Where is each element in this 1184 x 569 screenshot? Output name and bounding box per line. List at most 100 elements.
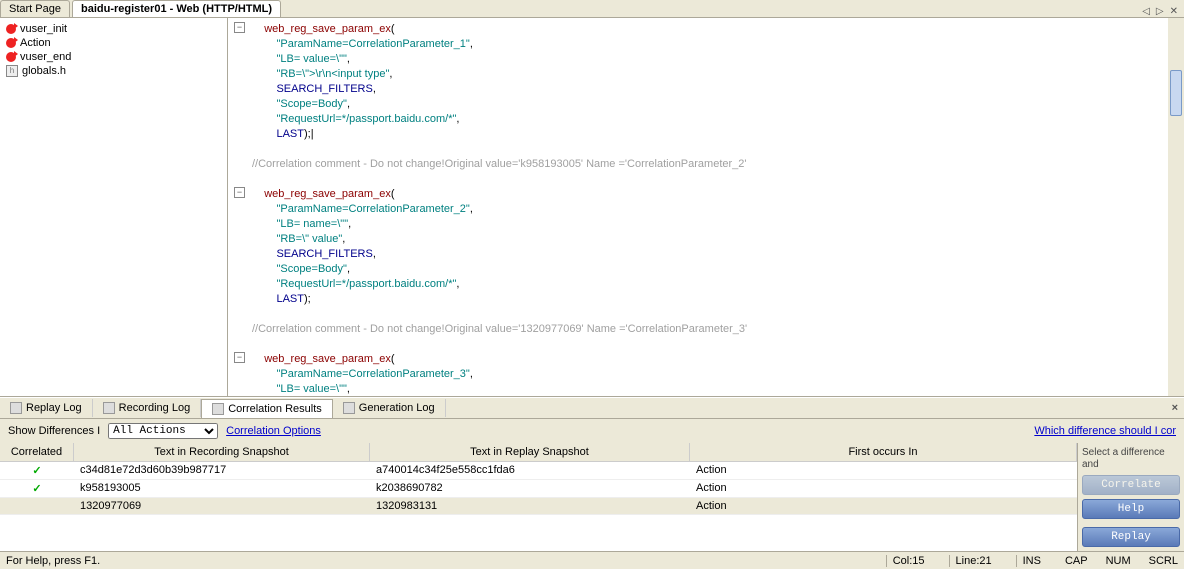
document-tabs: Start Page baidu-register01 - Web (HTTP/…: [0, 0, 1184, 18]
status-line: Line:21: [949, 555, 998, 567]
tab-script[interactable]: baidu-register01 - Web (HTTP/HTML): [72, 0, 281, 17]
status-help: For Help, press F1.: [6, 555, 100, 567]
cell-replay: 1320983131: [370, 500, 690, 512]
col-recording[interactable]: Text in Recording Snapshot: [74, 443, 370, 461]
tab-start-page[interactable]: Start Page: [0, 0, 70, 17]
cell-first-occurs: Action: [690, 500, 1077, 512]
action-filter-select[interactable]: All Actions: [108, 423, 218, 439]
code-editor[interactable]: web_reg_save_param_ex( "ParamName=Correl…: [228, 18, 1184, 396]
tab-controls: ◁ ▷ ✕: [1136, 6, 1184, 17]
code-line[interactable]: SEARCH_FILTERS,: [252, 247, 1184, 262]
code-line[interactable]: "LB= name=\"",: [252, 217, 1184, 232]
code-line[interactable]: web_reg_save_param_ex(: [252, 187, 1184, 202]
code-line[interactable]: "ParamName=CorrelationParameter_3",: [252, 367, 1184, 382]
tree-node-vuser_init[interactable]: vuser_init: [2, 22, 225, 36]
which-difference-link[interactable]: Which difference should I cor: [1034, 425, 1176, 437]
bottom-tabs: Replay Log Recording Log Correlation Resul…: [0, 397, 1184, 419]
replay-button[interactable]: Replay: [1082, 527, 1180, 547]
tab-prev-icon[interactable]: ◁: [1142, 6, 1150, 17]
code-line[interactable]: "RequestUrl=*/passport.baidu.com/*",: [252, 112, 1184, 127]
tab-next-icon[interactable]: ▷: [1156, 6, 1164, 17]
code-line[interactable]: "ParamName=CorrelationParameter_1",: [252, 37, 1184, 52]
code-line[interactable]: //Correlation comment - Do not change!Or…: [252, 157, 1184, 172]
cell-replay: a740014c34f25e558cc1fda6: [370, 464, 690, 477]
script-tree: vuser_init Action vuser_endh globals.h: [0, 18, 228, 396]
action-icon: [6, 52, 16, 62]
cell-replay: k2038690782: [370, 482, 690, 495]
col-first-occurs[interactable]: First occurs In: [690, 443, 1077, 461]
code-line[interactable]: LAST);|: [252, 127, 1184, 142]
table-row[interactable]: ✓k958193005k2038690782Action: [0, 480, 1077, 498]
bottom-tab-replay-log[interactable]: Replay Log: [0, 399, 93, 417]
header-file-icon: h: [6, 65, 18, 77]
tree-label: globals.h: [22, 65, 66, 77]
code-line[interactable]: [252, 307, 1184, 322]
action-icon: [6, 24, 16, 34]
code-line[interactable]: "RB=\" value",: [252, 232, 1184, 247]
code-line[interactable]: "ParamName=CorrelationParameter_2",: [252, 202, 1184, 217]
col-correlated[interactable]: Correlated: [0, 443, 74, 461]
action-icon: [6, 38, 16, 48]
code-line[interactable]: "Scope=Body",: [252, 97, 1184, 112]
bottom-tab-correlation-results[interactable]: Correlation Results: [201, 399, 333, 418]
fold-toggle-icon[interactable]: −: [234, 22, 245, 33]
tree-label: vuser_init: [20, 23, 67, 35]
correlation-options-link[interactable]: Correlation Options: [226, 425, 321, 437]
code-line[interactable]: //Correlation comment - Do not change!Or…: [252, 322, 1184, 337]
code-line[interactable]: web_reg_save_param_ex(: [252, 352, 1184, 367]
panel-close-icon[interactable]: ×: [1166, 402, 1184, 414]
correlate-button[interactable]: Correlate: [1082, 475, 1180, 495]
tree-node-vuser_end[interactable]: vuser_end: [2, 50, 225, 64]
code-line[interactable]: "Scope=Body",: [252, 262, 1184, 277]
code-line[interactable]: web_reg_save_param_ex(: [252, 22, 1184, 37]
fold-toggle-icon[interactable]: −: [234, 352, 245, 363]
code-line[interactable]: "LB= value=\"",: [252, 52, 1184, 67]
tab-label: Correlation Results: [228, 403, 322, 415]
bottom-tab-generation-log[interactable]: Generation Log: [333, 399, 446, 417]
status-cap: CAP: [1065, 555, 1088, 567]
tree-node-Action[interactable]: Action: [2, 36, 225, 50]
tab-close-icon[interactable]: ✕: [1170, 6, 1178, 17]
main-area: vuser_init Action vuser_endh globals.h web_…: [0, 18, 1184, 397]
bottom-tab-recording-log[interactable]: Recording Log: [93, 399, 202, 417]
status-col: Col:15: [886, 555, 931, 567]
correlation-filter-bar: Show Differences I All Actions Correlati…: [0, 419, 1184, 443]
tree-label: Action: [20, 37, 51, 49]
log-icon: [103, 402, 115, 414]
cell-recording: c34d81e72d3d60b39b987717: [74, 464, 370, 477]
show-differences-label: Show Differences I: [8, 425, 100, 437]
cell-recording: 1320977069: [74, 500, 370, 512]
correlation-panel: Correlated Text in Recording Snapshot Te…: [0, 443, 1184, 551]
log-icon: [10, 402, 22, 414]
table-row[interactable]: ✓c34d81e72d3d60b39b987717a740014c34f25e5…: [0, 462, 1077, 480]
status-ins: INS: [1016, 555, 1047, 567]
cell-recording: k958193005: [74, 482, 370, 495]
tree-node-globals.h[interactable]: h globals.h: [2, 64, 225, 78]
correlation-grid: Correlated Text in Recording Snapshot Te…: [0, 443, 1078, 551]
status-scrl: SCRL: [1149, 555, 1178, 567]
cell-correlated: ✓: [0, 464, 74, 477]
code-line[interactable]: "RequestUrl=*/passport.baidu.com/*",: [252, 277, 1184, 292]
grid-header: Correlated Text in Recording Snapshot Te…: [0, 443, 1077, 462]
code-line[interactable]: [252, 172, 1184, 187]
status-bar: For Help, press F1. Col:15 Line:21 INS C…: [0, 551, 1184, 569]
code-line[interactable]: LAST);: [252, 292, 1184, 307]
code-line[interactable]: "RB=\">\r\n<input type",: [252, 67, 1184, 82]
code-line[interactable]: [252, 142, 1184, 157]
tab-label: Recording Log: [119, 402, 191, 414]
correlation-side-panel: Select a difference and Correlate Help R…: [1078, 443, 1184, 551]
col-replay[interactable]: Text in Replay Snapshot: [370, 443, 690, 461]
status-num: NUM: [1106, 555, 1131, 567]
tree-label: vuser_end: [20, 51, 71, 63]
code-line[interactable]: [252, 337, 1184, 352]
table-row[interactable]: 13209770691320983131Action: [0, 498, 1077, 515]
help-button[interactable]: Help: [1082, 499, 1180, 519]
fold-toggle-icon[interactable]: −: [234, 187, 245, 198]
cell-first-occurs: Action: [690, 482, 1077, 495]
tab-label: Generation Log: [359, 402, 435, 414]
scrollbar-thumb[interactable]: [1170, 70, 1182, 116]
tab-label: Replay Log: [26, 402, 82, 414]
code-line[interactable]: SEARCH_FILTERS,: [252, 82, 1184, 97]
vertical-scrollbar[interactable]: [1168, 18, 1184, 396]
code-line[interactable]: "LB= value=\"",: [252, 382, 1184, 396]
